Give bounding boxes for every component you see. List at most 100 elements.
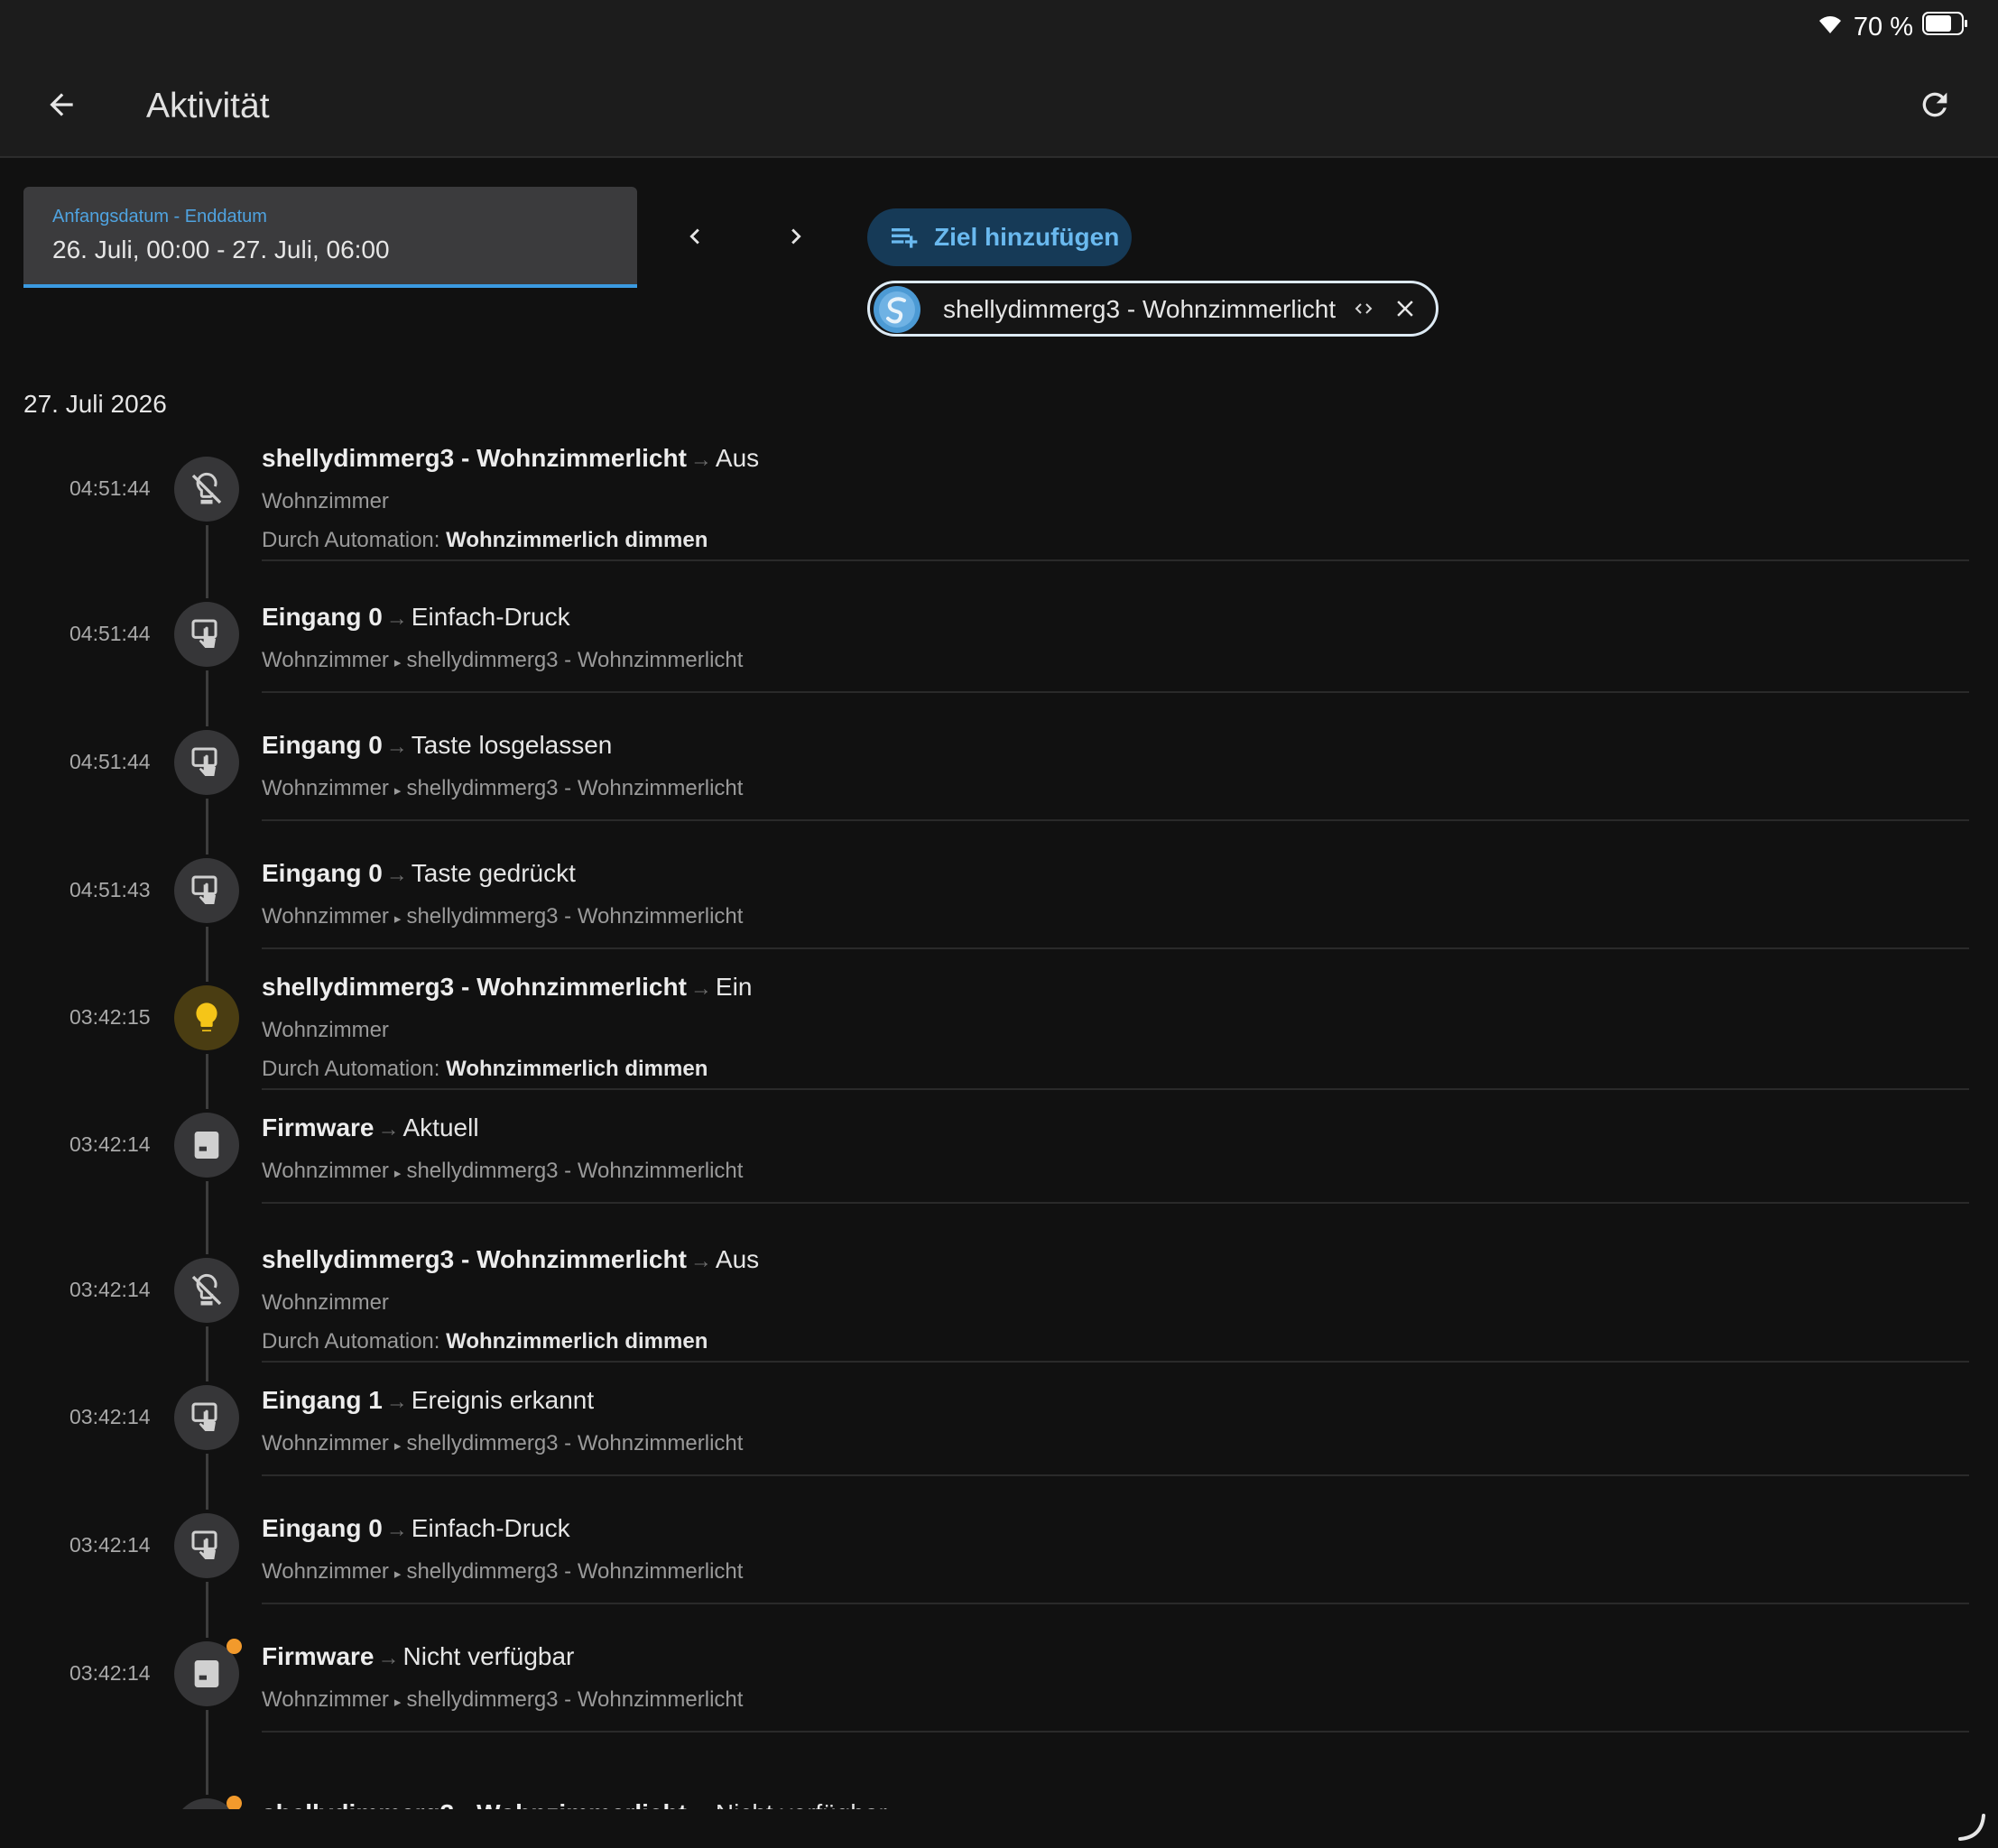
caret-right-icon: ▸	[393, 655, 402, 670]
entity-name[interactable]: Eingang 1	[262, 1386, 383, 1414]
entry-title[interactable]: Eingang 1 → Ereignis erkannt	[262, 1386, 594, 1415]
caret-right-icon: ▸	[393, 1166, 402, 1181]
area-name: Wohnzimmer	[262, 1018, 389, 1042]
entity-name[interactable]: shellydimmerg3 - Wohnzimmerlicht	[262, 1799, 687, 1809]
device-name: shellydimmerg3 - Wohnzimmerlicht	[406, 648, 744, 672]
entry-context: Wohnzimmer ▸ shellydimmerg3 - Wohnzimmerli…	[262, 1687, 743, 1713]
entry-divider	[262, 1088, 1969, 1090]
entry-context: Wohnzimmer ▸ shellydimmerg3 - Wohnzimmerli…	[262, 1559, 743, 1585]
gesture-tap-icon	[174, 602, 239, 667]
area-name: Wohnzimmer	[262, 904, 389, 929]
entry-divider	[262, 1474, 1969, 1476]
caret-right-icon: ▸	[393, 1438, 402, 1454]
arrow-right-icon: →	[385, 1518, 408, 1542]
entry-trigger: Durch Automation: Wohnzimmerlich dimmen	[262, 1329, 708, 1354]
arrow-right-icon: →	[377, 1646, 400, 1670]
entry-title[interactable]: Firmware → Aktuell	[262, 1113, 479, 1142]
entry-divider	[262, 1202, 1969, 1204]
entry-context: Wohnzimmer	[262, 1018, 389, 1043]
caret-right-icon: ▸	[393, 1695, 402, 1710]
entry-time: 03:42:14	[69, 1661, 151, 1685]
caret-right-icon: ▸	[393, 911, 402, 927]
entity-state: Nicht verfügbar	[402, 1642, 575, 1670]
entity-name[interactable]: Firmware	[262, 1642, 375, 1670]
lightbulb-off-icon	[174, 1796, 242, 1809]
area-name: Wohnzimmer	[262, 489, 389, 513]
entry-divider	[262, 819, 1969, 821]
area-name: Wohnzimmer	[262, 776, 389, 800]
arrow-right-icon: →	[385, 1390, 408, 1414]
trigger-prefix: Durch Automation:	[262, 1329, 447, 1354]
entry-divider	[262, 1361, 1969, 1363]
entry-trigger: Durch Automation: Wohnzimmerlich dimmen	[262, 1057, 708, 1082]
entry-title[interactable]: Firmware → Nicht verfügbar	[262, 1642, 574, 1671]
entry-time: 03:42:15	[69, 1005, 151, 1029]
entity-name[interactable]: shellydimmerg3 - Wohnzimmerlicht	[262, 444, 687, 472]
entry-title[interactable]: shellydimmerg3 - Wohnzimmerlicht → Aus	[262, 444, 759, 473]
package-icon	[174, 1639, 242, 1706]
entity-state: Aus	[715, 444, 760, 472]
entry-context: Wohnzimmer ▸ shellydimmerg3 - Wohnzimmerli…	[262, 904, 743, 929]
trigger-prefix: Durch Automation:	[262, 528, 447, 552]
area-name: Wohnzimmer	[262, 1290, 389, 1315]
area-name: Wohnzimmer	[262, 1431, 389, 1455]
entity-name[interactable]: Eingang 0	[262, 859, 383, 887]
entity-state: Taste gedrückt	[411, 859, 576, 887]
entry-time: 03:42:14	[69, 1405, 151, 1428]
entry-title[interactable]: shellydimmerg3 - Wohnzimmerlicht → Ein	[262, 973, 752, 1002]
package-icon	[174, 1113, 239, 1178]
timeline-connector	[206, 1710, 208, 1795]
lightbulb-on-icon	[174, 985, 239, 1050]
arrow-right-icon: →	[689, 448, 712, 472]
entry-context: Wohnzimmer	[262, 489, 389, 514]
entry-title[interactable]: shellydimmerg3 - Wohnzimmerlicht→ Nicht v…	[262, 1799, 887, 1809]
entity-name[interactable]: Eingang 0	[262, 731, 383, 759]
activity-screen: 70 % Aktivität Anfangsdatum - Enddatum 2…	[0, 0, 1998, 1848]
entity-name[interactable]: Eingang 0	[262, 1514, 383, 1542]
status-dot-icon	[227, 1796, 242, 1809]
timeline-connector	[206, 1582, 208, 1638]
automation-link[interactable]: Wohnzimmerlich dimmen	[446, 1329, 708, 1354]
entity-name[interactable]: Firmware	[262, 1113, 375, 1141]
gesture-tap-icon	[174, 1385, 239, 1450]
area-name: Wohnzimmer	[262, 648, 389, 672]
arrow-right-icon: →	[690, 1803, 712, 1809]
device-name: shellydimmerg3 - Wohnzimmerlicht	[406, 1431, 744, 1455]
gesture-tap-icon	[174, 858, 239, 923]
automation-link[interactable]: Wohnzimmerlich dimmen	[446, 1057, 708, 1081]
timeline-connector	[206, 927, 208, 982]
caret-right-icon: ▸	[393, 1566, 402, 1582]
entry-time: 03:42:14	[69, 1132, 151, 1156]
entity-name[interactable]: shellydimmerg3 - Wohnzimmerlicht	[262, 1245, 687, 1273]
entry-divider	[262, 691, 1969, 693]
arrow-right-icon: →	[689, 1249, 712, 1273]
entry-time: 04:51:43	[69, 878, 151, 901]
timeline-connector	[206, 1181, 208, 1254]
lightbulb-off-icon	[174, 457, 239, 522]
entity-state: Ereignis erkannt	[411, 1386, 595, 1414]
entry-context: Wohnzimmer ▸ shellydimmerg3 - Wohnzimmerli…	[262, 648, 743, 673]
trigger-prefix: Durch Automation:	[262, 1057, 447, 1081]
entity-state: Taste losgelassen	[411, 731, 613, 759]
timeline-connector	[206, 525, 208, 598]
automation-link[interactable]: Wohnzimmerlich dimmen	[446, 528, 708, 552]
caret-right-icon: ▸	[393, 783, 402, 799]
entry-title[interactable]: shellydimmerg3 - Wohnzimmerlicht → Aus	[262, 1245, 759, 1274]
resize-handle-icon[interactable]	[1956, 1812, 1987, 1843]
entry-context: Wohnzimmer ▸ shellydimmerg3 - Wohnzimmerli…	[262, 776, 743, 801]
gesture-tap-icon	[174, 1513, 239, 1578]
entry-trigger: Durch Automation: Wohnzimmerlich dimmen	[262, 528, 708, 553]
timeline-connector	[206, 1326, 208, 1381]
entry-title[interactable]: Eingang 0 → Einfach-Druck	[262, 603, 570, 632]
entry-title[interactable]: Eingang 0 → Taste gedrückt	[262, 859, 576, 888]
area-name: Wohnzimmer	[262, 1159, 389, 1183]
entry-context: Wohnzimmer ▸ shellydimmerg3 - Wohnzimmerli…	[262, 1431, 743, 1456]
lightbulb-off-icon	[174, 1258, 239, 1323]
entity-state: Einfach-Druck	[411, 603, 570, 631]
entry-title[interactable]: Eingang 0 → Taste losgelassen	[262, 731, 612, 760]
entity-name[interactable]: Eingang 0	[262, 603, 383, 631]
entity-name[interactable]: shellydimmerg3 - Wohnzimmerlicht	[262, 973, 687, 1001]
entry-title[interactable]: Eingang 0 → Einfach-Druck	[262, 1514, 570, 1543]
entry-divider	[262, 1731, 1969, 1732]
status-dot-icon	[227, 1639, 242, 1654]
